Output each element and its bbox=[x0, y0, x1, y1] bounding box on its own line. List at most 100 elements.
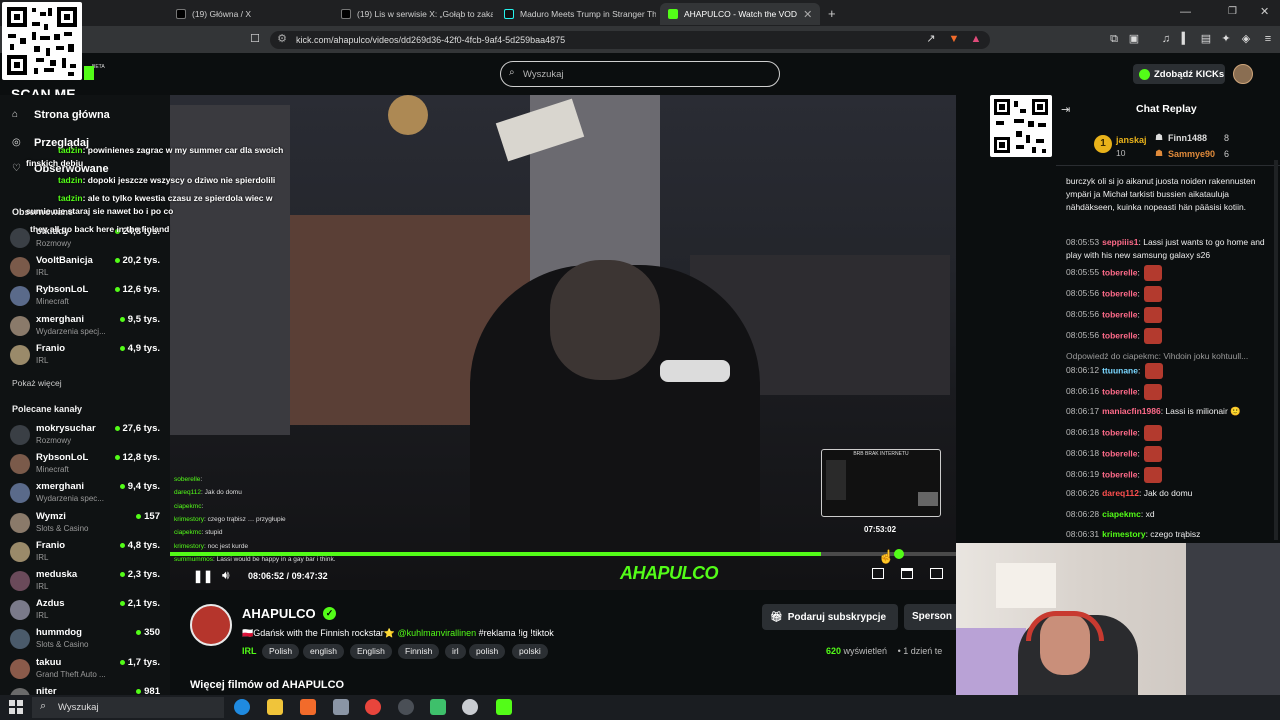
leaderboard-name-2[interactable]: Finn1488 bbox=[1168, 133, 1207, 143]
show-more-link[interactable]: Pokaż więcej bbox=[12, 378, 62, 388]
get-kicks-label: Zdobądź KICKs bbox=[1154, 68, 1225, 80]
volume-icon[interactable]: 🔊︎ bbox=[222, 568, 230, 583]
miniplayer-icon[interactable] bbox=[872, 568, 884, 579]
tab-tiktok[interactable]: Maduro Meets Trump in Stranger Th bbox=[496, 3, 656, 25]
chat-username[interactable]: toberelle bbox=[1102, 309, 1137, 319]
file-explorer-icon[interactable] bbox=[267, 699, 283, 715]
address-bar[interactable]: kick.com/ahapulco/videos/dd269d36-42f0-4… bbox=[270, 31, 990, 49]
chat-username[interactable]: toberelle bbox=[1102, 427, 1137, 437]
app-icon[interactable] bbox=[430, 699, 446, 715]
menu-icon[interactable]: ≡ bbox=[1262, 33, 1274, 45]
tag[interactable]: polish bbox=[469, 644, 506, 659]
music-icon[interactable]: ♫ bbox=[1160, 33, 1172, 45]
followed-channel-item[interactable]: VooltBanicja IRL 20,2 tys. bbox=[10, 255, 160, 283]
get-kicks-button[interactable]: Zdobądź KICKs bbox=[1133, 64, 1225, 84]
wallet-icon[interactable]: ▤ bbox=[1200, 33, 1212, 45]
followed-channel-item[interactable]: RybsonLoL Minecraft 12,6 tys. bbox=[10, 284, 160, 312]
followed-channel-item[interactable]: xmerghani Wydarzenia specj... 9,5 tys. bbox=[10, 314, 160, 342]
close-window-icon[interactable]: ✕ bbox=[1260, 5, 1269, 18]
screenshot-icon[interactable]: ▣ bbox=[1128, 33, 1140, 45]
recommended-channel-item[interactable]: hummdog Slots & Casino 350 bbox=[10, 627, 160, 655]
leaderboard-name-3[interactable]: Sammye90 bbox=[1168, 149, 1215, 159]
seek-bar[interactable] bbox=[170, 552, 956, 556]
minimize-icon[interactable]: — bbox=[1180, 6, 1191, 18]
brave-rewards-icon[interactable]: ▲ bbox=[970, 33, 982, 45]
in-video-chat-user: ciapekmc bbox=[174, 529, 202, 537]
title-mention[interactable]: @kuhlmanvirallinen bbox=[397, 628, 476, 638]
chat-username[interactable]: seppiiis1 bbox=[1102, 237, 1138, 247]
channel-name: RybsonLoL bbox=[36, 452, 89, 464]
share-icon[interactable]: ↗ bbox=[925, 33, 937, 45]
sponsor-button[interactable]: Sperson bbox=[904, 604, 956, 630]
recommended-channel-item[interactable]: takuu Grand Theft Auto ... 1,7 tys. bbox=[10, 657, 160, 685]
nav-home[interactable]: Strona główna bbox=[34, 109, 110, 121]
vpn-icon[interactable]: ◈ bbox=[1240, 33, 1252, 45]
chat-username[interactable]: ttuunane bbox=[1102, 365, 1138, 375]
chat-username[interactable]: toberelle bbox=[1102, 386, 1137, 396]
taskbar-search[interactable]: ⌕ Wyszukaj bbox=[32, 697, 224, 718]
leaderboard-name-1[interactable]: janskaj bbox=[1116, 135, 1147, 145]
channel-name[interactable]: AHAPULCO bbox=[242, 606, 316, 621]
tag[interactable]: polski bbox=[512, 644, 548, 659]
recommended-channel-item[interactable]: xmerghani Wydarzenia spec... 9,4 tys. bbox=[10, 481, 160, 509]
tab-kick-vod[interactable]: AHAPULCO - Watch the VOD ✕ bbox=[660, 3, 820, 25]
brave-icon[interactable] bbox=[300, 699, 316, 715]
kick-logo-icon[interactable] bbox=[84, 66, 94, 80]
tab-x-home[interactable]: (19) Główna / X bbox=[168, 3, 328, 25]
theater-mode-icon[interactable] bbox=[901, 568, 913, 579]
app-icon[interactable] bbox=[462, 699, 478, 715]
kick-app-icon[interactable] bbox=[496, 699, 512, 715]
app-icon[interactable] bbox=[333, 699, 349, 715]
followed-channel-item[interactable]: Franio IRL 4,9 tys. bbox=[10, 343, 160, 371]
recommended-channel-item[interactable]: meduska IRL 2,3 tys. bbox=[10, 569, 160, 597]
chat-username[interactable]: toberelle bbox=[1102, 448, 1137, 458]
chat-username[interactable]: toberelle bbox=[1102, 469, 1137, 479]
chat-timestamp: 08:05:53 bbox=[1066, 237, 1100, 247]
collapse-chat-icon[interactable]: ⇥ bbox=[1061, 103, 1070, 116]
channel-category: IRL bbox=[36, 611, 49, 621]
channel-avatar[interactable] bbox=[190, 604, 232, 646]
sidebar-toggle-icon[interactable]: ▍ bbox=[1180, 33, 1192, 45]
chat-scrollbar[interactable] bbox=[1274, 160, 1278, 540]
tag[interactable]: irl bbox=[445, 644, 466, 659]
chat-username[interactable]: toberelle bbox=[1102, 288, 1137, 298]
pause-icon[interactable]: ❚❚ bbox=[193, 569, 213, 583]
gift-subscription-button[interactable]: 🎁︎ Podaruj subskrypcje bbox=[762, 604, 898, 630]
search-input[interactable]: ⌕ Wyszukaj bbox=[500, 61, 780, 87]
bookmark-icon[interactable]: ☐ bbox=[249, 33, 261, 45]
recommended-channel-item[interactable]: RybsonLoL Minecraft 12,8 tys. bbox=[10, 452, 160, 480]
in-video-chat-user: summummos bbox=[174, 555, 214, 563]
chat-username[interactable]: krimestory bbox=[1102, 529, 1145, 539]
chat-username[interactable]: toberelle bbox=[1102, 330, 1137, 340]
chat-username[interactable]: ciapekmc bbox=[1102, 509, 1141, 519]
recommended-channel-item[interactable]: Wymzi Slots & Casino 157 bbox=[10, 511, 160, 539]
restore-icon[interactable]: ❐ bbox=[1228, 6, 1237, 17]
tag[interactable]: english bbox=[303, 644, 344, 659]
seek-bar-handle[interactable] bbox=[894, 549, 904, 559]
recommended-channel-item[interactable]: Franio IRL 4,8 tys. bbox=[10, 540, 160, 568]
chat-timestamp: 08:06:18 bbox=[1066, 448, 1100, 459]
new-tab-icon[interactable]: + bbox=[828, 6, 836, 21]
edge-icon[interactable] bbox=[234, 699, 250, 715]
tag[interactable]: Polish bbox=[262, 644, 300, 659]
leo-ai-icon[interactable]: ✦ bbox=[1220, 33, 1232, 45]
obs-icon[interactable] bbox=[398, 699, 414, 715]
tag[interactable]: English bbox=[350, 644, 392, 659]
fullscreen-icon[interactable] bbox=[930, 568, 943, 579]
extensions-icon[interactable]: ⧉ bbox=[1108, 33, 1120, 45]
chrome-icon[interactable] bbox=[365, 699, 381, 715]
browser-tab-bar: (19) Główna / X (19) Lis w serwisie X: „… bbox=[0, 0, 1280, 26]
recommended-channel-item[interactable]: Azdus IRL 2,1 tys. bbox=[10, 598, 160, 626]
tab-x-post[interactable]: (19) Lis w serwisie X: „Gołąb to zakała bbox=[333, 3, 493, 25]
user-avatar[interactable] bbox=[1233, 64, 1253, 84]
tag[interactable]: Finnish bbox=[398, 644, 440, 659]
category-tag[interactable]: IRL bbox=[242, 646, 257, 656]
chat-username[interactable]: toberelle bbox=[1102, 267, 1137, 277]
recommended-channel-item[interactable]: mokrysuchar Rozmowy 27,6 tys. bbox=[10, 423, 160, 451]
brave-shield-icon[interactable]: ▼ bbox=[948, 33, 960, 45]
windows-start-icon[interactable] bbox=[9, 700, 23, 714]
close-tab-icon[interactable]: ✕ bbox=[803, 8, 812, 21]
chat-username[interactable]: dareq112 bbox=[1102, 488, 1139, 498]
site-settings-icon[interactable]: ⚙ bbox=[276, 33, 288, 45]
chat-username[interactable]: maniacfin1986 bbox=[1102, 406, 1161, 416]
